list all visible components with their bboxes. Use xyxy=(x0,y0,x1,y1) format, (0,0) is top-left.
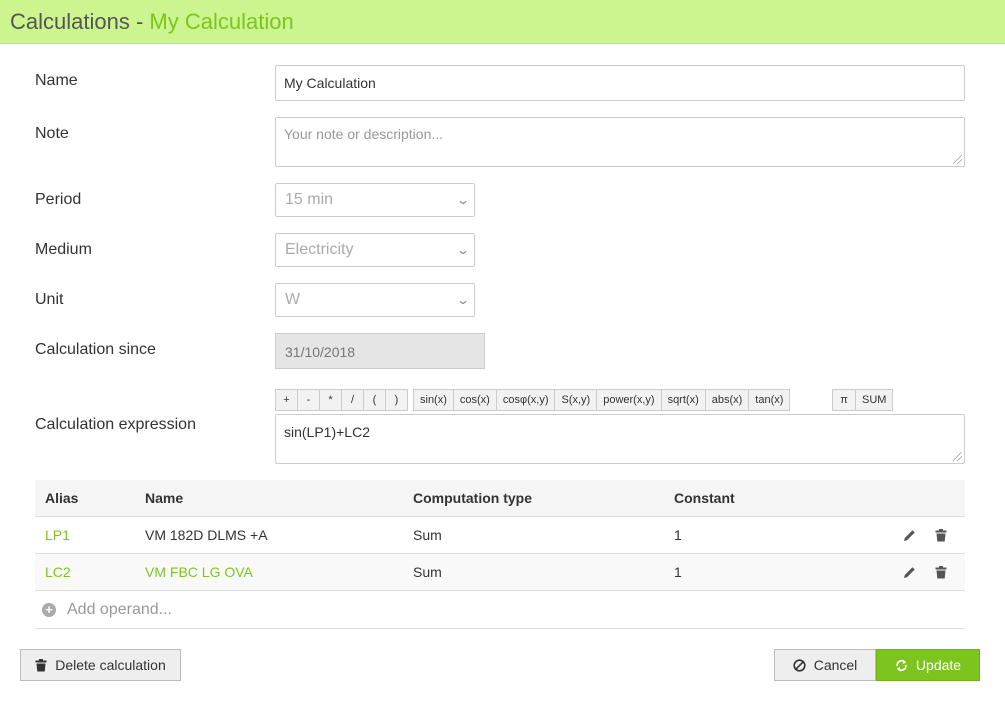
name-label: Name xyxy=(35,72,78,89)
cancel-button[interactable]: Cancel xyxy=(774,649,876,681)
unit-label: Unit xyxy=(35,291,64,308)
function-tan-button[interactable]: tan(x) xyxy=(748,389,791,411)
unit-select[interactable]: W ⌄ xyxy=(275,283,475,317)
function-operator-group: sin(x) cos(x) cosφ(x,y) S(x,y) power(x,y… xyxy=(413,389,791,411)
page-header: Calculations - My Calculation xyxy=(0,0,1005,44)
expression-label: Calculation expression xyxy=(35,416,196,433)
trash-icon[interactable] xyxy=(935,529,947,542)
note-placeholder: Your note or description... xyxy=(284,126,444,142)
name-field[interactable]: My Calculation xyxy=(275,65,965,101)
unit-value: W xyxy=(285,291,301,308)
medium-select[interactable]: Electricity ⌄ xyxy=(275,233,475,267)
since-field: 31/10/2018 xyxy=(275,333,485,369)
table-row: LC2 VM FBC LG OVA Sum 1 xyxy=(35,554,965,591)
operands-table: Alias Name Computation type Constant LP1… xyxy=(35,480,965,629)
pencil-icon[interactable] xyxy=(903,566,916,579)
calculation-name-title: My Calculation xyxy=(149,9,294,34)
chevron-down-icon: ⌄ xyxy=(455,243,471,257)
period-select[interactable]: 15 min ⌄ xyxy=(275,183,475,217)
operator-plus-button[interactable]: + xyxy=(275,389,298,411)
sum-button[interactable]: SUM xyxy=(855,389,894,411)
note-label: Note xyxy=(35,125,69,142)
operator-close-paren-button[interactable]: ) xyxy=(385,389,408,411)
constant-pi-button[interactable]: π xyxy=(832,389,856,411)
page-title: Calculations xyxy=(10,9,130,34)
function-cos-button[interactable]: cos(x) xyxy=(452,389,497,411)
since-label: Calculation since xyxy=(35,341,156,358)
table-row: LP1 VM 182D DLMS +A Sum 1 xyxy=(35,517,965,554)
refresh-icon xyxy=(895,659,908,672)
function-sin-button[interactable]: sin(x) xyxy=(413,389,454,411)
row-name-link[interactable]: VM FBC LG OVA xyxy=(145,554,253,591)
function-power-button[interactable]: power(x,y) xyxy=(596,389,662,411)
update-button[interactable]: Update xyxy=(876,649,980,681)
row-alias-link[interactable]: LP1 xyxy=(45,517,70,554)
add-operand-row[interactable]: + Add operand... xyxy=(35,591,965,629)
pencil-icon[interactable] xyxy=(903,529,916,542)
row-name: VM 182D DLMS +A xyxy=(145,527,268,543)
function-s-button[interactable]: S(x,y) xyxy=(554,389,598,411)
delete-calculation-label: Delete calculation xyxy=(55,657,166,673)
row-constant: 1 xyxy=(674,527,682,543)
medium-value: Electricity xyxy=(285,241,354,258)
column-header-constant: Constant xyxy=(674,490,735,506)
trash-icon xyxy=(35,658,47,672)
row-type: Sum xyxy=(413,564,442,580)
column-header-alias: Alias xyxy=(45,490,79,506)
plus-circle-icon: + xyxy=(42,603,56,617)
add-operand-label: Add operand... xyxy=(67,601,172,618)
delete-calculation-button[interactable]: Delete calculation xyxy=(20,649,181,681)
expression-value: sin(LP1)+LC2 xyxy=(284,424,370,440)
period-value: 15 min xyxy=(285,191,334,208)
resize-grip-icon[interactable] xyxy=(953,155,962,164)
column-header-type: Computation type xyxy=(413,490,532,506)
chevron-down-icon: ⌄ xyxy=(455,293,471,307)
update-label: Update xyxy=(915,657,962,673)
resize-grip-icon[interactable] xyxy=(953,452,962,461)
row-type: Sum xyxy=(413,527,442,543)
title-separator: - xyxy=(135,9,144,34)
function-sqrt-button[interactable]: sqrt(x) xyxy=(660,389,706,411)
row-alias-link[interactable]: LC2 xyxy=(45,554,71,591)
operator-divide-button[interactable]: / xyxy=(341,389,364,411)
operator-open-paren-button[interactable]: ( xyxy=(363,389,386,411)
table-header: Alias Name Computation type Constant xyxy=(35,480,965,517)
period-label: Period xyxy=(35,191,82,208)
constant-operator-group: π SUM xyxy=(832,389,894,411)
cancel-label: Cancel xyxy=(813,657,858,673)
arith-operator-group: + - * / ( ) xyxy=(275,389,408,411)
expression-field[interactable]: sin(LP1)+LC2 xyxy=(275,414,965,464)
note-field[interactable]: Your note or description... xyxy=(275,117,965,167)
operator-minus-button[interactable]: - xyxy=(297,389,320,411)
operator-multiply-button[interactable]: * xyxy=(319,389,342,411)
chevron-down-icon: ⌄ xyxy=(455,193,471,207)
trash-icon[interactable] xyxy=(935,566,947,579)
function-cosphi-button[interactable]: cosφ(x,y) xyxy=(495,389,556,411)
medium-label: Medium xyxy=(35,241,92,258)
function-abs-button[interactable]: abs(x) xyxy=(704,389,750,411)
cancel-icon xyxy=(793,658,806,672)
row-constant: 1 xyxy=(674,564,682,580)
column-header-name: Name xyxy=(145,490,184,506)
